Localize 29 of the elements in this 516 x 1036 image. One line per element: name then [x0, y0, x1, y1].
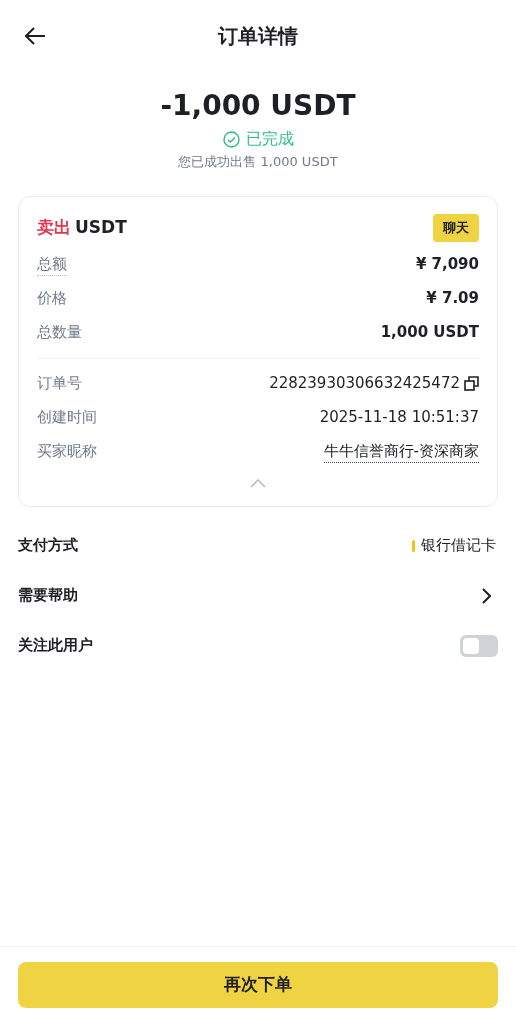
payment-method: 银行借记卡	[421, 535, 496, 557]
buyer-name-link[interactable]: 牛牛信誉商行-资深商家	[323, 439, 479, 464]
reorder-button[interactable]: 再次下单	[18, 962, 498, 1008]
back-arrow-icon[interactable]	[25, 27, 46, 45]
order-number: 22823930306632425472	[269, 373, 460, 395]
detail-label: 总额	[37, 252, 67, 277]
detail-value: 1,000 USDT	[380, 322, 479, 344]
detail-value: 2025-11-18 10:51:37	[319, 407, 479, 429]
follow-toggle[interactable]	[460, 634, 498, 657]
setting-label: 关注此用户	[18, 635, 93, 657]
setting-label: 需要帮助	[18, 585, 78, 607]
detail-label: 创建时间	[37, 407, 97, 429]
detail-label: 买家昵称	[37, 441, 97, 463]
detail-value: ¥ 7,090	[415, 254, 479, 276]
detail-label: 价格	[37, 288, 67, 310]
summary-note: 您已成功出售 1,000 USDT	[178, 153, 338, 171]
status-text: 已完成	[245, 128, 294, 150]
detail-value: ¥ 7.09	[426, 288, 479, 310]
page-title: 订单详情	[218, 23, 298, 50]
amount-text: -1,000 USDT	[160, 88, 356, 124]
copy-icon[interactable]	[464, 376, 479, 391]
chat-button[interactable]: 聊天	[433, 213, 479, 242]
setting-label: 支付方式	[18, 535, 78, 557]
check-circle-icon	[222, 130, 240, 148]
trade-asset: USDT	[75, 215, 127, 239]
trade-side: 卖出	[37, 215, 71, 239]
detail-label: 订单号	[37, 373, 82, 395]
chevron-right-icon[interactable]	[481, 587, 491, 604]
detail-label: 总数量	[37, 322, 82, 344]
